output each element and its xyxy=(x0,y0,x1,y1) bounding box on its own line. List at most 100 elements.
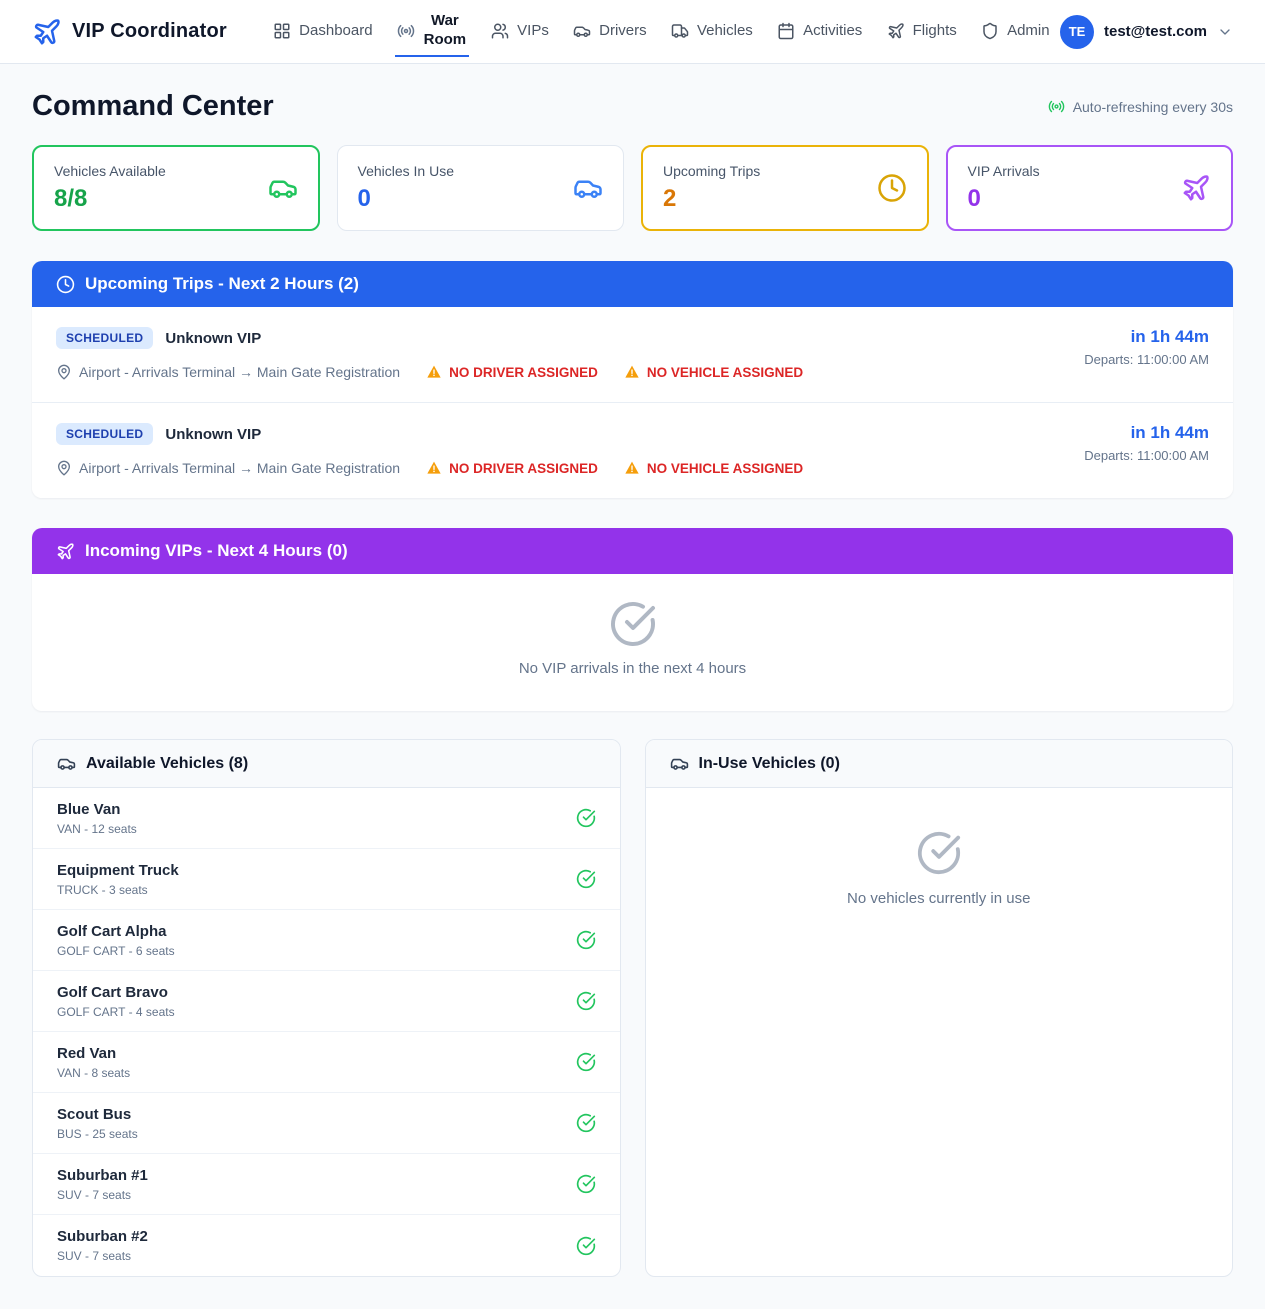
nav-item-vehicles[interactable]: Vehicles xyxy=(669,16,755,48)
nav-item-drivers[interactable]: Drivers xyxy=(571,16,649,48)
trip-route-text: Airport - Arrivals Terminal → Main Gate … xyxy=(79,364,400,380)
nav-label: Dashboard xyxy=(299,22,372,39)
check-circle-icon xyxy=(576,1113,596,1133)
section-title: Upcoming Trips - Next 2 Hours (2) xyxy=(85,274,359,294)
stat-value: 0 xyxy=(968,185,1040,213)
page-title: Command Center xyxy=(32,90,274,123)
plane-icon xyxy=(887,22,905,40)
user-email: test@test.com xyxy=(1104,23,1207,40)
vehicle-detail: GOLF CART - 6 seats xyxy=(57,944,175,958)
stat-card-vehicles-available: Vehicles Available 8/8 xyxy=(32,145,320,231)
available-vehicles-header: Available Vehicles (8) xyxy=(33,740,620,788)
incoming-vips-section: Incoming VIPs - Next 4 Hours (0) No VIP … xyxy=(32,528,1233,711)
vehicle-name: Golf Cart Alpha xyxy=(57,923,175,940)
stat-card-vip-arrivals: VIP Arrivals 0 xyxy=(946,145,1234,231)
auto-refresh-label: Auto-refreshing every 30s xyxy=(1073,99,1233,115)
map-pin-icon xyxy=(56,364,72,380)
vehicle-row: Suburban #2 SUV - 7 seats xyxy=(33,1215,620,1276)
trip-countdown: in 1h 44m xyxy=(1084,423,1209,443)
live-signal-icon xyxy=(1048,98,1065,115)
trip-route: Airport - Arrivals Terminal → Main Gate … xyxy=(56,364,400,380)
trip-departure-time: Departs: 11:00:00 AM xyxy=(1084,448,1209,463)
check-circle-icon xyxy=(576,991,596,1011)
check-circle-icon xyxy=(576,1236,596,1256)
plane-icon xyxy=(56,542,75,561)
stat-value: 0 xyxy=(358,185,455,213)
stat-value: 2 xyxy=(663,185,760,213)
main-nav: Dashboard War Room VIPs Drivers Vehicles… xyxy=(251,6,1072,58)
vehicle-detail: SUV - 7 seats xyxy=(57,1249,148,1263)
car-icon xyxy=(268,173,298,203)
vehicle-row: Red VanVAN - 8 seats xyxy=(33,1032,620,1093)
empty-state-text: No VIP arrivals in the next 4 hours xyxy=(52,660,1213,677)
incoming-vips-header: Incoming VIPs - Next 4 Hours (0) xyxy=(32,528,1233,574)
truck-icon xyxy=(671,22,689,40)
vehicle-name: Suburban #2 xyxy=(57,1228,148,1245)
no-driver-warning: NO DRIVER ASSIGNED xyxy=(426,460,598,476)
stat-label: Vehicles Available xyxy=(54,163,166,179)
vehicle-row: Golf Cart Alpha GOLF CART - 6 seats xyxy=(33,910,620,971)
shield-icon xyxy=(981,22,999,40)
calendar-icon xyxy=(777,22,795,40)
nav-label: Vehicles xyxy=(697,22,753,39)
nav-label: War Room xyxy=(423,12,467,50)
check-circle-icon xyxy=(576,808,596,828)
top-navigation-bar: VIP Coordinator Dashboard War Room VIPs … xyxy=(0,0,1265,64)
nav-item-admin[interactable]: Admin xyxy=(979,16,1052,48)
check-circle-icon xyxy=(646,830,1233,876)
vehicle-panels: Available Vehicles (8) Blue VanVAN - 12 … xyxy=(32,739,1233,1277)
vehicle-row: Scout Bus BUS - 25 seats xyxy=(33,1093,620,1154)
vehicle-row: Suburban #1SUV - 7 seats xyxy=(33,1154,620,1215)
nav-item-dashboard[interactable]: Dashboard xyxy=(271,16,374,48)
vehicle-detail: BUS - 25 seats xyxy=(57,1127,138,1141)
upcoming-trips-section: Upcoming Trips - Next 2 Hours (2) SCHEDU… xyxy=(32,261,1233,498)
vehicle-name: Equipment Truck xyxy=(57,862,179,879)
warning-triangle-icon xyxy=(426,460,442,476)
status-badge: SCHEDULED xyxy=(56,423,153,445)
vehicle-detail: VAN - 12 seats xyxy=(57,822,137,836)
main-content: Command Center Auto-refreshing every 30s… xyxy=(0,64,1265,1303)
user-menu[interactable]: TE test@test.com xyxy=(1084,15,1233,49)
chevron-down-icon[interactable] xyxy=(1217,24,1233,40)
vehicle-name: Suburban #1 xyxy=(57,1167,148,1184)
map-pin-icon xyxy=(56,460,72,476)
trip-departure-time: Departs: 11:00:00 AM xyxy=(1084,352,1209,367)
nav-item-vips[interactable]: VIPs xyxy=(489,16,551,48)
trip-vip-name: Unknown VIP xyxy=(165,426,261,443)
no-driver-warning: NO DRIVER ASSIGNED xyxy=(426,364,598,380)
stat-card-upcoming-trips: Upcoming Trips 2 xyxy=(641,145,929,231)
vehicle-row: Golf Cart BravoGOLF CART - 4 seats xyxy=(33,971,620,1032)
clock-icon xyxy=(877,173,907,203)
nav-label: Flights xyxy=(913,22,957,39)
radio-broadcast-icon xyxy=(397,22,415,40)
no-driver-warning-text: NO DRIVER ASSIGNED xyxy=(449,365,598,380)
dashboard-grid-icon xyxy=(273,22,291,40)
check-circle-icon xyxy=(576,869,596,889)
brand: VIP Coordinator xyxy=(32,17,227,47)
in-use-empty-state: No vehicles currently in use xyxy=(646,788,1233,1276)
check-circle-icon xyxy=(576,1174,596,1194)
nav-item-flights[interactable]: Flights xyxy=(885,16,959,48)
incoming-vips-empty-state: No VIP arrivals in the next 4 hours xyxy=(32,574,1233,711)
no-vehicle-warning-text: NO VEHICLE ASSIGNED xyxy=(647,365,803,380)
avatar[interactable]: TE xyxy=(1060,15,1094,49)
users-icon xyxy=(491,22,509,40)
car-icon xyxy=(670,754,689,773)
vehicle-name: Scout Bus xyxy=(57,1106,138,1123)
trip-countdown: in 1h 44m xyxy=(1084,327,1209,347)
trip-row: SCHEDULED Unknown VIP Airport - Arrivals… xyxy=(32,403,1233,498)
stat-label: Vehicles In Use xyxy=(358,163,455,179)
vehicle-row: Blue VanVAN - 12 seats xyxy=(33,788,620,849)
vehicle-name: Red Van xyxy=(57,1045,130,1062)
nav-item-activities[interactable]: Activities xyxy=(775,16,864,48)
panel-title: Available Vehicles (8) xyxy=(86,755,248,773)
app-logo-plane-icon xyxy=(32,17,62,47)
car-icon xyxy=(573,22,591,40)
nav-item-war-room[interactable]: War Room xyxy=(395,6,469,58)
in-use-vehicles-panel: In-Use Vehicles (0) No vehicles currentl… xyxy=(645,739,1234,1277)
check-circle-icon xyxy=(576,1052,596,1072)
trip-row: SCHEDULED Unknown VIP Airport - Arrivals… xyxy=(32,307,1233,403)
nav-label: Drivers xyxy=(599,22,647,39)
vehicle-name: Golf Cart Bravo xyxy=(57,984,175,1001)
check-circle-icon xyxy=(52,600,1213,648)
